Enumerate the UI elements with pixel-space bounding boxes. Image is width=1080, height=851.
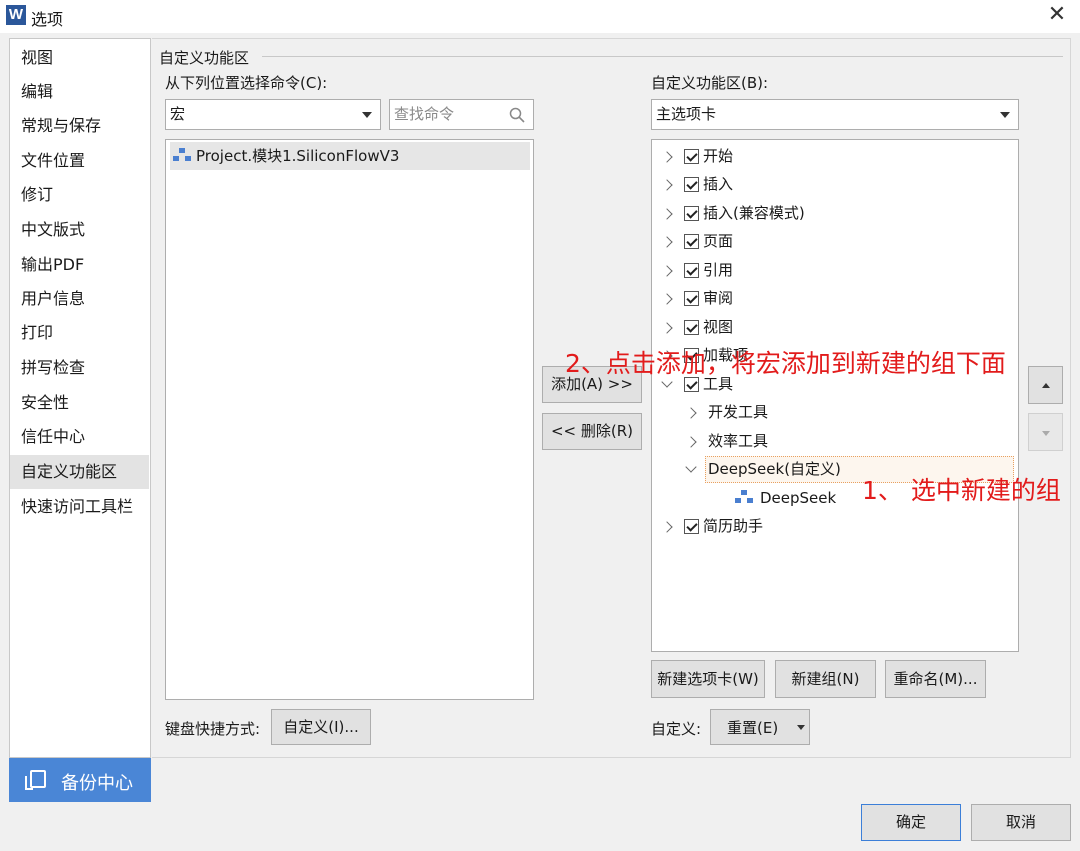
remove-button[interactable]: << 删除(R) — [542, 413, 642, 450]
nav-item-security[interactable]: 安全性 — [10, 386, 149, 420]
tree-item-label: DeepSeek(自定义) — [708, 460, 841, 478]
checkbox-checked-icon[interactable] — [684, 177, 699, 192]
tree-item-label: 效率工具 — [708, 432, 769, 450]
tree-item-page[interactable]: 页面 — [658, 227, 1013, 255]
tree-item-label: 插入 — [703, 175, 734, 193]
tree-item-home[interactable]: 开始 — [658, 142, 1013, 170]
search-icon — [509, 107, 525, 123]
checkbox-checked-icon[interactable] — [684, 320, 699, 335]
chevron-right-icon — [685, 436, 697, 448]
nav-item-view[interactable]: 视图 — [10, 41, 149, 75]
section-title: 自定义功能区 — [159, 47, 254, 68]
wps-writer-icon: W — [6, 5, 26, 25]
backup-center-button[interactable]: 备份中心 — [9, 758, 151, 802]
tree-item-developer-tools[interactable]: 开发工具 — [658, 398, 1013, 426]
tree-item-references[interactable]: 引用 — [658, 256, 1013, 284]
chevron-right-icon — [661, 265, 673, 277]
reset-label: 重置(E) — [727, 719, 779, 737]
chevron-right-icon — [661, 293, 673, 305]
new-tab-button[interactable]: 新建选项卡(W) — [651, 660, 765, 698]
nav-item-quick-access-toolbar[interactable]: 快速访问工具栏 — [10, 490, 149, 524]
nav-item-spellcheck[interactable]: 拼写检查 — [10, 351, 149, 385]
nav-item-chinese-layout[interactable]: 中文版式 — [10, 213, 149, 247]
chevron-right-icon — [661, 151, 673, 163]
nav-item-trust-center[interactable]: 信任中心 — [10, 420, 149, 454]
tree-item-label: 简历助手 — [703, 517, 764, 535]
tree-item-label: 引用 — [703, 261, 734, 279]
macro-icon — [735, 490, 753, 504]
ribbon-tabs-select[interactable]: 主选项卡 — [651, 99, 1019, 130]
ribbon-tabs-value: 主选项卡 — [656, 105, 717, 123]
chevron-right-icon — [661, 236, 673, 248]
tree-item-insert[interactable]: 插入 — [658, 170, 1013, 198]
rename-button[interactable]: 重命名(M)... — [885, 660, 986, 698]
keyboard-shortcut-label: 键盘快捷方式: — [165, 720, 261, 738]
close-icon[interactable]: ✕ — [1044, 4, 1070, 28]
commands-list[interactable]: Project.模块1.SiliconFlowV3 — [165, 139, 534, 700]
dropdown-arrow-icon — [1000, 112, 1010, 118]
move-up-button[interactable] — [1028, 366, 1063, 404]
tree-item-resume-assistant[interactable]: 简历助手 — [658, 512, 1013, 540]
tree-item-label: 审阅 — [703, 289, 734, 307]
command-source-value: 宏 — [170, 105, 186, 123]
nav-item-user-info[interactable]: 用户信息 — [10, 282, 149, 316]
options-nav: 视图 编辑 常规与保存 文件位置 修订 中文版式 输出PDF 用户信息 打印 拼… — [9, 38, 151, 758]
annotation-step-1: 1、 选中新建的组 — [862, 476, 1061, 505]
command-search-input[interactable]: 查找命令 — [389, 99, 534, 130]
checkbox-checked-icon[interactable] — [684, 206, 699, 221]
checkbox-checked-icon[interactable] — [684, 519, 699, 534]
cancel-button[interactable]: 取消 — [971, 804, 1071, 841]
search-placeholder: 查找命令 — [394, 105, 455, 123]
tree-item-label: 开发工具 — [708, 403, 769, 421]
chevron-right-icon — [685, 407, 697, 419]
backup-icon — [25, 770, 46, 790]
nav-item-edit[interactable]: 编辑 — [10, 75, 149, 109]
chevron-right-icon — [661, 208, 673, 220]
macro-icon — [173, 148, 191, 162]
customize-shortcuts-button[interactable]: 自定义(I)... — [271, 709, 371, 745]
tree-item-review[interactable]: 审阅 — [658, 284, 1013, 312]
annotation-step-2: 2、点击添加，将宏添加到新建的组下面 — [565, 349, 1006, 378]
ok-button[interactable]: 确定 — [861, 804, 961, 841]
nav-item-revision[interactable]: 修订 — [10, 178, 149, 212]
tree-item-label: 开始 — [703, 147, 734, 165]
tree-item-insert-compat[interactable]: 插入(兼容模式) — [658, 199, 1013, 227]
customize-ribbon-label: 自定义功能区(B): — [651, 74, 769, 92]
backup-center-label: 备份中心 — [61, 773, 133, 794]
checkbox-checked-icon[interactable] — [684, 263, 699, 278]
tree-item-label: 页面 — [703, 232, 734, 250]
dropdown-arrow-icon[interactable] — [797, 725, 805, 730]
checkbox-checked-icon[interactable] — [684, 291, 699, 306]
tree-item-label: 视图 — [703, 318, 734, 336]
checkbox-checked-icon[interactable] — [684, 149, 699, 164]
command-item[interactable]: Project.模块1.SiliconFlowV3 — [170, 142, 530, 170]
tree-item-efficiency-tools[interactable]: 效率工具 — [658, 427, 1013, 455]
window-title: 选项 — [31, 10, 64, 29]
dropdown-arrow-icon — [362, 112, 372, 118]
new-group-button[interactable]: 新建组(N) — [775, 660, 876, 698]
reset-split-button[interactable]: 重置(E) — [710, 709, 810, 745]
chevron-right-icon — [661, 179, 673, 191]
arrow-down-icon — [1042, 431, 1050, 436]
nav-item-print[interactable]: 打印 — [10, 316, 149, 350]
nav-item-customize-ribbon[interactable]: 自定义功能区 — [10, 455, 149, 489]
tree-item-label: 插入(兼容模式) — [703, 204, 805, 222]
command-item-label: Project.模块1.SiliconFlowV3 — [196, 147, 400, 165]
section-divider — [262, 56, 1063, 57]
chevron-down-icon — [685, 461, 697, 473]
nav-item-export-pdf[interactable]: 输出PDF — [10, 248, 149, 282]
customize-short-label: 自定义: — [651, 720, 702, 738]
nav-item-general-save[interactable]: 常规与保存 — [10, 109, 149, 143]
checkbox-checked-icon[interactable] — [684, 234, 699, 249]
chevron-right-icon — [661, 521, 673, 533]
nav-item-file-location[interactable]: 文件位置 — [10, 144, 149, 178]
chevron-right-icon — [661, 322, 673, 334]
choose-commands-label: 从下列位置选择命令(C): — [165, 74, 328, 92]
command-source-select[interactable]: 宏 — [165, 99, 381, 130]
move-down-button[interactable] — [1028, 413, 1063, 451]
tree-item-label: DeepSeek — [760, 489, 837, 507]
tree-item-view[interactable]: 视图 — [658, 313, 1013, 341]
title-bar: W 选项 ✕ — [0, 0, 1080, 33]
arrow-up-icon — [1042, 383, 1050, 388]
